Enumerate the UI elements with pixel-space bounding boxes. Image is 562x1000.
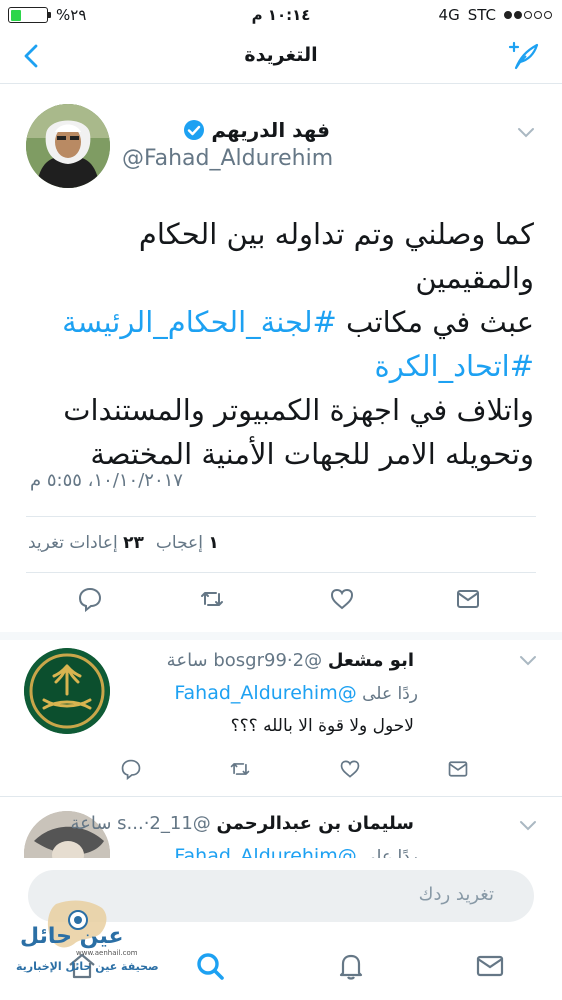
- reply-header: سليمان بن عبدالرحمن @11_s...·2 ساعة: [70, 813, 414, 834]
- reply-author-name[interactable]: ابو مشعل: [328, 650, 414, 671]
- like-icon[interactable]: [339, 758, 361, 780]
- replying-mention[interactable]: @Fahad_Aldurehim: [174, 845, 356, 859]
- page-title: التغريدة: [244, 44, 318, 66]
- tweet-text-segment: كما وصلني وتم تداوله بين الحكام والمقيمي…: [138, 217, 534, 295]
- search-icon[interactable]: [194, 950, 226, 982]
- reply-icon[interactable]: [120, 758, 142, 780]
- tweet-text-segment: واتلاف في اجهزة الكمبيوتر والمستندات: [63, 393, 534, 427]
- replying-mention[interactable]: @Fahad_Aldurehim: [174, 682, 356, 704]
- hashtag-link[interactable]: #لجنة_الحكام_الرئيسة: [62, 305, 337, 339]
- avatar[interactable]: [24, 648, 110, 734]
- replying-to: ردًا على @Fahad_Aldurehim: [174, 682, 418, 704]
- messages-icon[interactable]: [474, 950, 506, 982]
- retweets-count: ٢٣: [123, 533, 144, 553]
- reply-icon[interactable]: [77, 586, 103, 612]
- likes-stat[interactable]: ١ إعجاب: [156, 533, 219, 553]
- reply-header: ابو مشعل @bosgr99·2 ساعة: [166, 650, 414, 671]
- network-type: 4G: [438, 6, 460, 24]
- tweet-text-line: #اتحاد_الكرة: [14, 344, 535, 388]
- tweet-text-line: واتلاف في اجهزة الكمبيوتر والمستندات: [14, 388, 534, 432]
- signal-icon: [504, 11, 552, 19]
- reply-author-name[interactable]: سليمان بن عبدالرحمن: [217, 813, 414, 834]
- notifications-icon[interactable]: [335, 950, 367, 982]
- carrier-name: STC: [467, 6, 496, 24]
- tweet-text-segment: وتحويله الامر للجهات الأمنية المختصة: [90, 437, 534, 471]
- replying-label: ردًا على: [362, 684, 418, 704]
- like-icon[interactable]: [329, 586, 355, 612]
- watermark-line: صحيفة عين حائل الإخبارية: [16, 960, 159, 973]
- watermark-logo: عين حائل www.aenhail.com صحيفة عين حائل …: [6, 894, 166, 990]
- chevron-down-icon[interactable]: [516, 126, 536, 140]
- tweet-actions: [0, 586, 562, 626]
- author-name-row: فهد الدريهم: [183, 118, 330, 142]
- watermark-title: عين حائل: [20, 924, 124, 949]
- tweet-text-line: كما وصلني وتم تداوله بين الحكام والمقيمي…: [14, 212, 534, 300]
- compose-tweet-icon[interactable]: [506, 40, 540, 72]
- watermark-url: www.aenhail.com: [76, 949, 138, 957]
- signal-group: 4G STC: [439, 6, 552, 24]
- message-icon[interactable]: [447, 758, 469, 780]
- reply-text: لاحول ولا قوة الا بالله ؟؟؟: [230, 716, 414, 736]
- reply-placeholder: تغريد ردك: [418, 884, 494, 905]
- reply-author-handle: @11_s...: [117, 813, 211, 834]
- likes-count: ١: [208, 533, 219, 553]
- tweet-stats: ١ إعجاب ٢٣ إعادات تغريد: [28, 533, 219, 553]
- author-name[interactable]: فهد الدريهم: [211, 118, 330, 142]
- retweet-icon[interactable]: [229, 758, 251, 780]
- chevron-down-icon[interactable]: [518, 654, 538, 668]
- divider: [26, 516, 536, 517]
- status-bar: %٢٩ ١٠:١٤ م 4G STC: [0, 0, 562, 30]
- retweets-stat[interactable]: ٢٣ إعادات تغريد: [28, 533, 144, 553]
- section-separator: [0, 632, 562, 640]
- hashtag-link[interactable]: #اتحاد_الكرة: [375, 349, 535, 383]
- divider: [26, 572, 536, 573]
- likes-label: إعجاب: [155, 533, 203, 553]
- retweets-label: إعادات تغريد: [28, 533, 118, 553]
- replying-to: ردًا على @Fahad_Aldurehim: [174, 845, 418, 859]
- verified-badge-icon: [184, 120, 205, 140]
- tweet-text: كما وصلني وتم تداوله بين الحكام والمقيمي…: [14, 212, 534, 476]
- reply-item[interactable]: سليمان بن عبدالرحمن @11_s...·2 ساعة ردًا…: [0, 797, 562, 859]
- author-handle[interactable]: @Fahad_Aldurehim: [122, 146, 333, 171]
- reply-author-handle: @bosgr99: [213, 650, 323, 671]
- tweet-text-line: عبث في مكاتب #لجنة_الحكام_الرئيسة: [14, 300, 534, 344]
- nav-bar: التغريدة: [0, 30, 562, 84]
- message-icon[interactable]: [455, 586, 481, 612]
- tweet-text-segment: عبث في مكاتب: [336, 305, 534, 339]
- avatar[interactable]: [26, 104, 110, 188]
- retweet-icon[interactable]: [199, 586, 225, 612]
- chevron-down-icon[interactable]: [518, 819, 538, 833]
- tweet-timestamp: ١٠/١٠/٢٠١٧، ٥:٥٥ م: [30, 470, 183, 491]
- reply-actions: [0, 758, 562, 798]
